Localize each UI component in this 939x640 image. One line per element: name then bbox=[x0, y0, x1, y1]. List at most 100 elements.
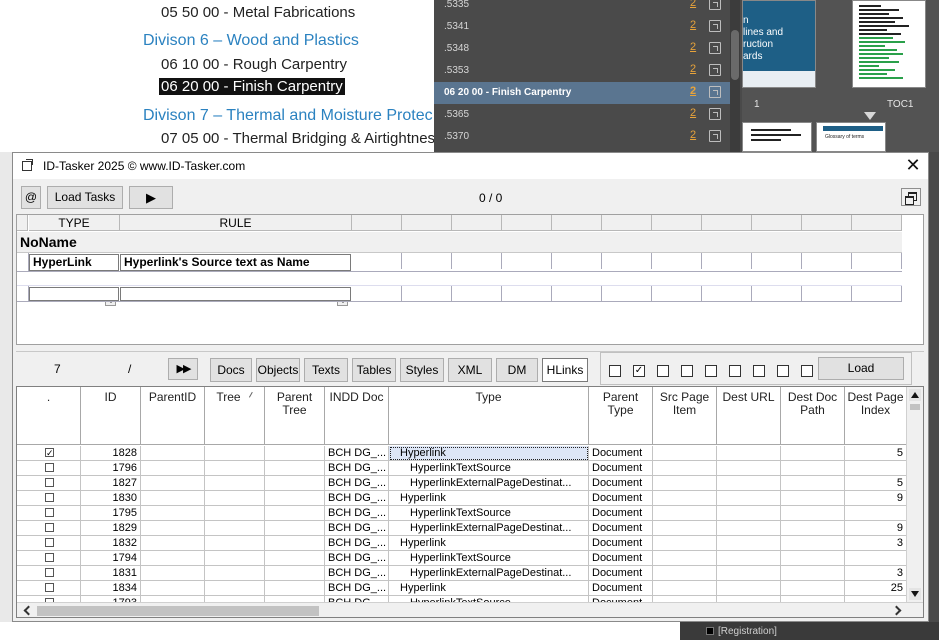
grid-cell-parent-type[interactable]: Document bbox=[589, 581, 653, 596]
grid-header-chk[interactable]: . bbox=[17, 387, 81, 445]
grid-cell-dest-doc-path[interactable] bbox=[781, 506, 845, 521]
link-panel-row[interactable]: .5370 2 bbox=[434, 126, 730, 148]
rule-cell-empty[interactable] bbox=[652, 286, 702, 302]
fast-forward-icon[interactable]: ▶▶ bbox=[168, 358, 198, 380]
grid-cell-dest-url[interactable] bbox=[717, 476, 781, 491]
grid-cell-id[interactable]: 1831 bbox=[81, 566, 141, 581]
grid-cell-type[interactable]: HyperlinkExternalPageDestinat... bbox=[389, 476, 589, 491]
page-thumbnail-toc[interactable] bbox=[852, 0, 926, 88]
link-panel-row[interactable]: .5353 2 bbox=[434, 60, 730, 82]
grid-cell-indd-doc[interactable]: BCH DG_... bbox=[325, 551, 389, 566]
row-checkbox[interactable] bbox=[45, 493, 54, 502]
rule-cell-empty[interactable] bbox=[702, 253, 752, 269]
grid-horizontal-scrollbar[interactable] bbox=[17, 602, 923, 617]
grid-cell-id[interactable]: 1796 bbox=[81, 461, 141, 476]
grid-cell-parentid[interactable] bbox=[141, 461, 205, 476]
grid-cell-parentid[interactable] bbox=[141, 566, 205, 581]
grid-cell-parent-tree[interactable] bbox=[265, 551, 325, 566]
dialog-title-bar[interactable]: ID-Tasker 2025 © www.ID-Tasker.com ✕ bbox=[13, 153, 928, 179]
load-button[interactable]: Load bbox=[818, 357, 904, 380]
grid-cell-type[interactable]: HyperlinkTextSource bbox=[389, 506, 589, 521]
grid-cell-parent-type[interactable]: Document bbox=[589, 446, 653, 461]
rule-cell-empty[interactable] bbox=[402, 253, 452, 269]
grid-header-parentid[interactable]: ParentID bbox=[141, 387, 205, 445]
grid-cell-type[interactable]: Hyperlink bbox=[389, 581, 589, 596]
grid-cell-tree[interactable] bbox=[205, 551, 265, 566]
filter-checkbox[interactable] bbox=[657, 365, 669, 377]
rules-header-type[interactable]: TYPE bbox=[29, 215, 120, 231]
grid-cell-type[interactable]: Hyperlink bbox=[389, 446, 589, 461]
grid-cell-dest-url[interactable] bbox=[717, 551, 781, 566]
rule-cell-empty[interactable] bbox=[452, 253, 502, 269]
scroll-up-icon[interactable] bbox=[909, 389, 921, 401]
grid-cell-indd-doc[interactable]: BCH DG_... bbox=[325, 476, 389, 491]
row-checkbox[interactable] bbox=[45, 538, 54, 547]
filter-checkbox[interactable] bbox=[777, 365, 789, 377]
rule-cell-empty[interactable] bbox=[802, 286, 852, 302]
grid-cell-src-page-item[interactable] bbox=[653, 551, 717, 566]
grid-cell-id[interactable]: 1827 bbox=[81, 476, 141, 491]
grid-cell-parentid[interactable] bbox=[141, 581, 205, 596]
grid-cell-parent-tree[interactable] bbox=[265, 506, 325, 521]
link-panel-row[interactable]: .5348 2 bbox=[434, 38, 730, 60]
grid-cell-dest-doc-path[interactable] bbox=[781, 566, 845, 581]
grid-cell-indd-doc[interactable]: BCH DG_... bbox=[325, 506, 389, 521]
filter-checkbox[interactable] bbox=[681, 365, 693, 377]
rule-cell-empty[interactable] bbox=[552, 286, 602, 302]
grid-cell-dest-url[interactable] bbox=[717, 446, 781, 461]
filter-checkbox[interactable] bbox=[801, 365, 813, 377]
grid-cell-parent-tree[interactable] bbox=[265, 491, 325, 506]
rule-cell-empty[interactable] bbox=[402, 286, 452, 302]
grid-cell-src-page-item[interactable] bbox=[653, 566, 717, 581]
grid-cell-type[interactable]: HyperlinkExternalPageDestinat... bbox=[389, 566, 589, 581]
grid-cell-parentid[interactable] bbox=[141, 476, 205, 491]
grid-cell-parent-tree[interactable] bbox=[265, 521, 325, 536]
goto-link-icon[interactable] bbox=[709, 108, 721, 120]
link-count[interactable]: 2 bbox=[690, 63, 696, 75]
grid-vertical-scroll-thumb[interactable] bbox=[910, 404, 920, 410]
grid-cell-parent-tree[interactable] bbox=[265, 446, 325, 461]
row-checkbox[interactable] bbox=[45, 583, 54, 592]
grid-cell-tree[interactable] bbox=[205, 506, 265, 521]
load-tasks-button[interactable]: Load Tasks bbox=[47, 186, 123, 209]
grid-cell-dest-doc-path[interactable] bbox=[781, 446, 845, 461]
rule-cell-empty[interactable] bbox=[452, 286, 502, 302]
play-icon[interactable]: ▶ bbox=[129, 186, 173, 209]
rule-cell-empty[interactable] bbox=[552, 253, 602, 269]
grid-cell-src-page-item[interactable] bbox=[653, 506, 717, 521]
grid-cell-src-page-item[interactable] bbox=[653, 581, 717, 596]
goto-link-icon[interactable] bbox=[709, 0, 721, 10]
rule-cell-empty[interactable] bbox=[852, 286, 902, 302]
tab-objects[interactable]: Objects bbox=[256, 358, 300, 382]
grid-cell-dest-page-index[interactable]: 5 bbox=[845, 476, 907, 491]
grid-cell-id[interactable]: 1828 bbox=[81, 446, 141, 461]
grid-cell-dest-url[interactable] bbox=[717, 521, 781, 536]
rule-cell-empty[interactable] bbox=[752, 253, 802, 269]
grid-cell-tree[interactable] bbox=[205, 566, 265, 581]
grid-header-dest-page-index[interactable]: Dest Page Index bbox=[845, 387, 907, 445]
grid-cell-dest-page-index[interactable]: 9 bbox=[845, 491, 907, 506]
grid-cell-tree[interactable] bbox=[205, 581, 265, 596]
row-checkbox[interactable] bbox=[45, 463, 54, 472]
link-count[interactable]: 2 bbox=[690, 0, 696, 9]
grid-cell-parentid[interactable] bbox=[141, 521, 205, 536]
grid-horizontal-scroll-thumb[interactable] bbox=[37, 606, 319, 616]
rule-row[interactable]: HyperLink Hyperlink's Source text as Nam… bbox=[17, 253, 902, 306]
goto-link-icon[interactable] bbox=[709, 42, 721, 54]
grid-cell-type[interactable]: HyperlinkTextSource bbox=[389, 551, 589, 566]
grid-cell-dest-doc-path[interactable] bbox=[781, 491, 845, 506]
goto-link-icon[interactable] bbox=[709, 86, 721, 98]
grid-cell-tree[interactable] bbox=[205, 461, 265, 476]
grid-header-type[interactable]: Type bbox=[389, 387, 589, 445]
grid-cell-parentid[interactable] bbox=[141, 491, 205, 506]
grid-cell-parentid[interactable] bbox=[141, 506, 205, 521]
goto-link-icon[interactable] bbox=[709, 130, 721, 142]
grid-cell-indd-doc[interactable]: BCH DG_... bbox=[325, 491, 389, 506]
grid-cell-id[interactable]: 1829 bbox=[81, 521, 141, 536]
grid-cell-dest-page-index[interactable]: 5 bbox=[845, 446, 907, 461]
rule-cell-empty[interactable] bbox=[702, 286, 752, 302]
grid-cell-parent-type[interactable]: Document bbox=[589, 476, 653, 491]
grid-cell-tree[interactable] bbox=[205, 536, 265, 551]
grid-header-dest-url[interactable]: Dest URL bbox=[717, 387, 781, 445]
grid-cell-parent-type[interactable]: Document bbox=[589, 566, 653, 581]
